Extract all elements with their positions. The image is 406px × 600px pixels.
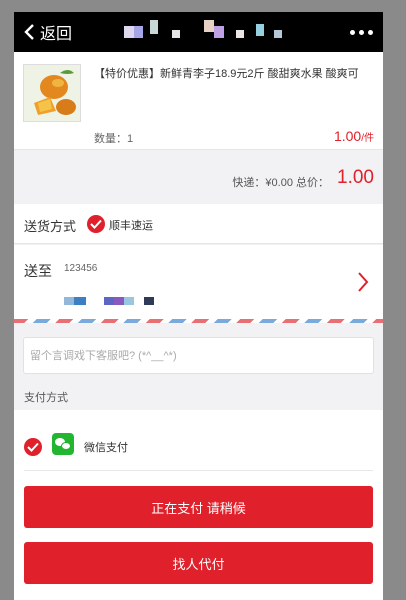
product-price: 1.00/件 bbox=[334, 128, 374, 144]
back-button[interactable]: 返回 bbox=[22, 12, 72, 52]
order-summary: 快递：¥0.00 总价： 1.00 bbox=[14, 162, 383, 202]
wechat-pay-option[interactable]: 微信支付 bbox=[14, 424, 383, 460]
product-thumbnail bbox=[23, 64, 81, 122]
delivery-method-row[interactable]: 送货方式 顺丰速运 bbox=[14, 204, 383, 244]
more-menu-icon[interactable] bbox=[350, 12, 373, 52]
product-quantity: 数量：1 bbox=[94, 133, 134, 145]
payment-divider bbox=[24, 470, 373, 471]
phone-screen: 返回 【特价优惠】新鲜青李子18.9元2斤 酸甜爽水果 酸爽可 数量：1 1.0… bbox=[14, 12, 383, 600]
chevron-left-icon bbox=[24, 24, 34, 40]
back-label: 返回 bbox=[40, 26, 73, 43]
ask-friend-pay-button[interactable]: 找人代付 bbox=[24, 542, 373, 584]
price-value: 1.00 bbox=[333, 128, 362, 144]
price-unit: /件 bbox=[361, 133, 374, 144]
message-input[interactable] bbox=[24, 338, 373, 373]
product-title: 【特价优惠】新鲜青李子18.9元2斤 酸甜爽水果 酸爽可 bbox=[94, 68, 359, 80]
shipping-total-label: 快递：¥0.00 总价： bbox=[232, 177, 329, 189]
delivery-method-label: 送货方式 bbox=[24, 219, 77, 234]
delivery-method-value: 顺丰速运 bbox=[109, 220, 153, 232]
address-label: 送至 bbox=[24, 263, 52, 279]
payment-section: 微信支付 正在支付 请稍候 找人代付 bbox=[14, 410, 383, 600]
total-price: 1.00 bbox=[337, 167, 374, 188]
payment-option-name: 微信支付 bbox=[84, 442, 128, 454]
pay-button[interactable]: 正在支付 请稍候 bbox=[24, 486, 373, 528]
selected-check-icon[interactable] bbox=[24, 438, 42, 456]
check-icon[interactable] bbox=[87, 215, 105, 233]
payment-section-label: 支付方式 bbox=[24, 392, 68, 404]
address-row[interactable]: 送至 123456 bbox=[14, 245, 383, 319]
chevron-right-icon[interactable] bbox=[357, 271, 369, 293]
top-nav-bar: 返回 bbox=[14, 12, 383, 52]
wechat-pay-icon bbox=[52, 433, 74, 455]
airmail-divider bbox=[14, 319, 383, 323]
product-card[interactable]: 【特价优惠】新鲜青李子18.9元2斤 酸甜爽水果 酸爽可 数量：1 1.00/件 bbox=[14, 52, 383, 150]
page-title-blurred bbox=[124, 20, 304, 44]
message-box[interactable] bbox=[23, 337, 374, 374]
address-phone: 123456 bbox=[64, 263, 98, 274]
